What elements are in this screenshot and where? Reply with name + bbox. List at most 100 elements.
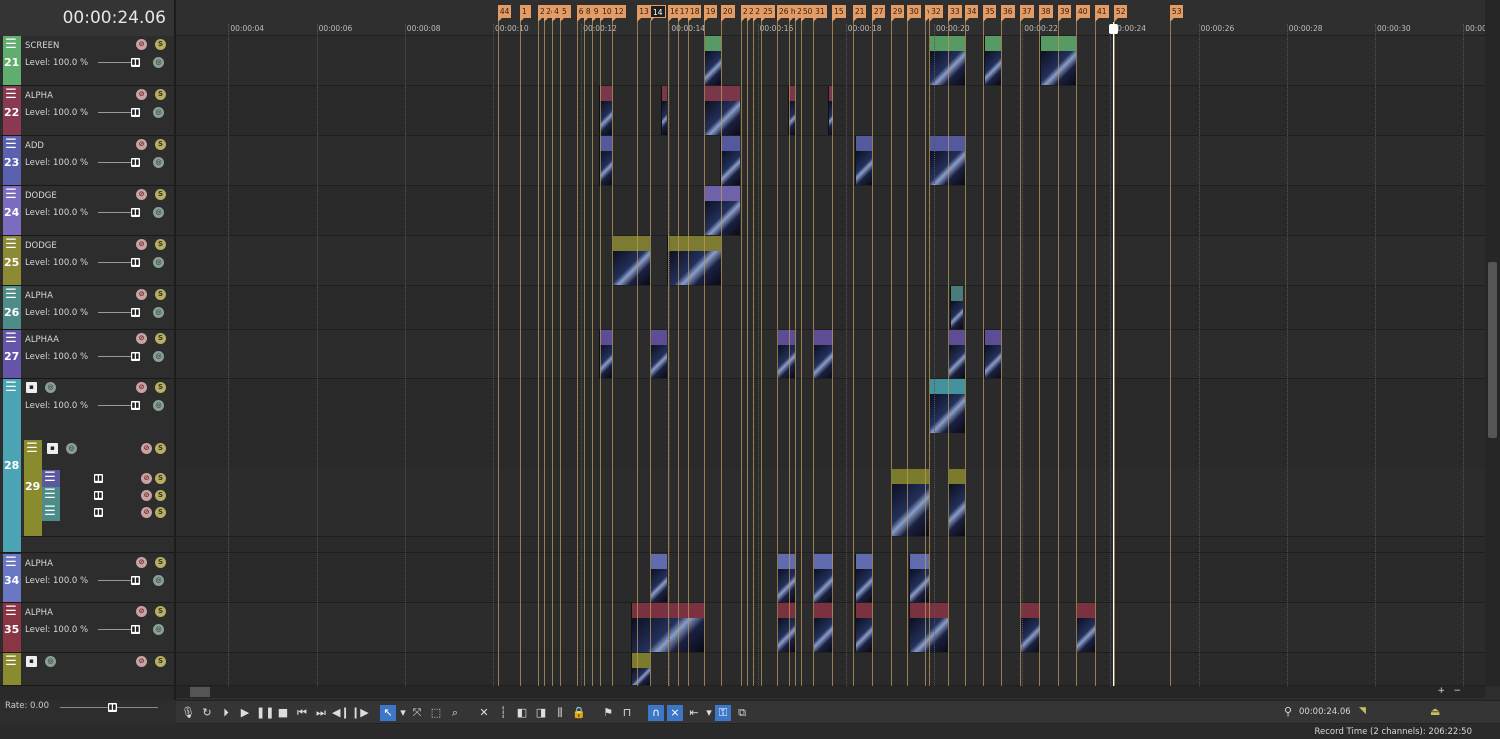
- marker-13[interactable]: 13: [637, 5, 651, 22]
- track-header[interactable]: ☰ 34 ALPHA Level: 100.0 % ▮▮ ◎ ⊘ S: [0, 554, 174, 603]
- solo-icon[interactable]: S: [155, 189, 166, 200]
- track-header[interactable]: ☰ 21 SCREEN Level: 100.0 % ▮▮ ◎ ⊘ S: [0, 36, 174, 86]
- track-name[interactable]: SCREEN: [25, 41, 59, 51]
- track-lane[interactable]: [176, 86, 1485, 136]
- marker-20[interactable]: 20: [720, 5, 735, 22]
- mute-icon[interactable]: ⊘: [141, 443, 152, 454]
- video-clip[interactable]: [948, 330, 965, 378]
- marker-27[interactable]: 27: [871, 5, 886, 22]
- mute-icon[interactable]: ⊘: [141, 507, 152, 518]
- level-slider[interactable]: [98, 580, 132, 581]
- track-name[interactable]: ALPHA: [25, 291, 53, 301]
- track-header[interactable]: ☰ 25 DODGE Level: 100.0 % ▮▮ ◎ ⊘ S: [0, 236, 174, 286]
- marker-36[interactable]: 36: [1001, 5, 1015, 22]
- playhead[interactable]: [1113, 22, 1115, 686]
- split-button[interactable]: ⫼: [552, 705, 568, 721]
- level-slider-handle[interactable]: ▮▮: [131, 208, 140, 217]
- video-clip[interactable]: [983, 36, 1002, 85]
- level-slider[interactable]: [98, 162, 132, 163]
- solo-icon[interactable]: S: [155, 139, 166, 150]
- next-frame-button[interactable]: ❙▶: [351, 705, 369, 721]
- track-menu-icon[interactable]: ☰: [4, 288, 18, 302]
- track-lane[interactable]: [176, 330, 1485, 379]
- track-header[interactable]: ☰ 35 ALPHA Level: 100.0 % ▮▮ ◎ ⊘ S: [0, 603, 174, 653]
- marker-12[interactable]: 12: [612, 5, 626, 22]
- marker-33[interactable]: 33: [948, 5, 962, 22]
- snapping-button[interactable]: ∩: [648, 705, 664, 721]
- mute-icon[interactable]: ⊘: [136, 139, 147, 150]
- track-menu-icon[interactable]: ☰: [4, 605, 18, 619]
- marker-15[interactable]: 15: [832, 5, 846, 22]
- mute-icon[interactable]: ⊘: [141, 473, 152, 484]
- video-clip[interactable]: [854, 554, 873, 602]
- track-menu-icon[interactable]: ☰: [4, 556, 18, 570]
- marker-5[interactable]: 5: [560, 5, 572, 22]
- selection-tool-button[interactable]: ⬚: [428, 705, 444, 721]
- compositing-mode-icon[interactable]: ◎: [153, 157, 164, 168]
- track-menu-icon[interactable]: ☰: [4, 88, 18, 102]
- dropdown-button[interactable]: ▾: [705, 705, 713, 721]
- track-header[interactable]: ☰ 22 ALPHA Level: 100.0 % ▮▮ ◎ ⊘ S: [0, 86, 174, 136]
- loop-button[interactable]: ↻: [199, 705, 215, 721]
- marker-1[interactable]: 1: [519, 5, 531, 22]
- video-clip[interactable]: [983, 330, 1002, 378]
- track-lane[interactable]: [176, 286, 1485, 330]
- level-slider[interactable]: [98, 262, 132, 263]
- track-menu-icon[interactable]: ☰: [25, 442, 39, 456]
- solo-icon[interactable]: S: [155, 473, 166, 484]
- track-lane[interactable]: [176, 136, 1485, 186]
- video-clip[interactable]: [813, 554, 833, 602]
- mute-icon[interactable]: ⊘: [136, 189, 147, 200]
- insert-marker-button[interactable]: ⚑: [600, 705, 616, 721]
- track-header[interactable]: ☰ 24 DODGE Level: 100.0 % ▮▮ ◎ ⊘ S: [0, 186, 174, 236]
- track-name[interactable]: DODGE: [25, 191, 57, 201]
- compositing-mode-icon[interactable]: ◎: [66, 443, 77, 454]
- marker-37[interactable]: 37: [1019, 5, 1034, 22]
- mute-icon[interactable]: ⊘: [141, 490, 152, 501]
- video-clip[interactable]: [948, 469, 965, 536]
- video-clip[interactable]: [631, 653, 650, 685]
- go-to-end-button[interactable]: ⏭: [313, 705, 329, 721]
- track-name[interactable]: ALPHA: [25, 559, 53, 569]
- level-slider-handle[interactable]: ▮▮: [131, 625, 140, 634]
- lock-envelopes-button[interactable]: ⚿: [715, 705, 731, 721]
- marker-39[interactable]: 39: [1057, 5, 1072, 22]
- marker-31[interactable]: 31: [813, 5, 827, 22]
- video-clip[interactable]: [949, 286, 964, 329]
- track-menu-icon[interactable]: ☰: [4, 238, 18, 252]
- track-menu-icon[interactable]: ☰: [4, 38, 18, 52]
- time-ruler[interactable]: 00:00:0400:00:0600:00:0800:00:1000:00:12…: [176, 0, 1485, 36]
- compositing-mode-icon[interactable]: ◎: [153, 207, 164, 218]
- level-slider[interactable]: [98, 356, 132, 357]
- child-track-menu-icon[interactable]: ☰: [43, 488, 57, 502]
- track-header[interactable]: ☰ 26 ALPHA Level: 100.0 % ▮▮ ◎ ⊘ S: [0, 286, 174, 330]
- level-slider-handle[interactable]: ▮▮: [131, 58, 140, 67]
- level-slider[interactable]: [98, 405, 132, 406]
- level-slider-handle[interactable]: ▮▮: [131, 576, 140, 585]
- mute-icon[interactable]: ⊘: [136, 606, 147, 617]
- solo-icon[interactable]: S: [155, 382, 166, 393]
- video-clip[interactable]: [777, 603, 796, 652]
- track-name[interactable]: ALPHAA: [25, 335, 59, 345]
- video-clip[interactable]: [649, 554, 668, 602]
- solo-icon[interactable]: S: [155, 443, 166, 454]
- level-slider[interactable]: [98, 112, 132, 113]
- level-slider[interactable]: [98, 629, 132, 630]
- lock-button[interactable]: 🔒: [571, 705, 587, 721]
- parent-motion-icon[interactable]: ▪: [26, 656, 37, 667]
- solo-icon[interactable]: S: [155, 89, 166, 100]
- auto-crossfade-button[interactable]: ⨯: [667, 705, 683, 721]
- track-lane[interactable]: [176, 236, 1485, 286]
- level-slider-handle[interactable]: ▮▮: [131, 352, 140, 361]
- solo-icon[interactable]: S: [155, 656, 166, 667]
- level-slider[interactable]: [98, 312, 132, 313]
- track-name[interactable]: DODGE: [25, 241, 57, 251]
- marker-25[interactable]: 25: [761, 5, 775, 22]
- track-lane[interactable]: [176, 186, 1485, 236]
- level-slider-handle[interactable]: ▮▮: [131, 108, 140, 117]
- level-slider[interactable]: [98, 212, 132, 213]
- mute-icon[interactable]: ⊘: [136, 333, 147, 344]
- video-clip[interactable]: [813, 603, 833, 652]
- play-from-start-button[interactable]: ⏵: [218, 705, 234, 721]
- track-header[interactable]: ☰ 27 ALPHAA Level: 100.0 % ▮▮ ◎ ⊘ S: [0, 330, 174, 379]
